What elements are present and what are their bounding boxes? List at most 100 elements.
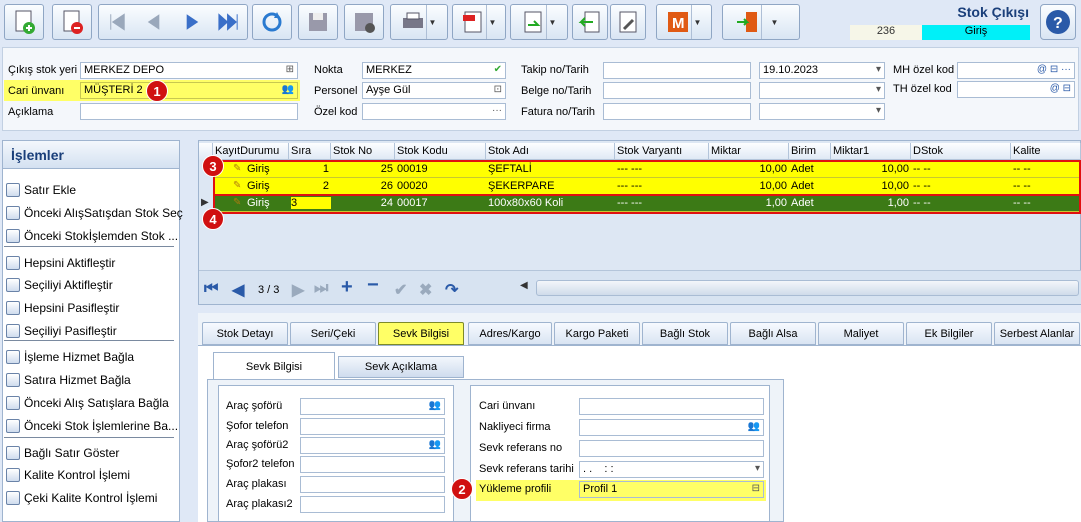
column-header[interactable]: Stok Kodu (395, 143, 486, 160)
cari-unvani-field[interactable]: MÜŞTERİ 2 👥 (80, 82, 298, 99)
takip-no-field[interactable] (603, 62, 751, 79)
tab-7[interactable]: Maliyet (818, 322, 904, 345)
tab-9[interactable]: Serbest Alanlar (994, 322, 1080, 345)
users-icon[interactable]: 👥 (429, 400, 441, 411)
tab-2[interactable]: Sevk Bilgisi (378, 322, 464, 345)
belge-tarih-field[interactable]: ▾ (759, 82, 885, 99)
sidebar-item-0[interactable]: Satır Ekle (6, 180, 76, 200)
new-button[interactable] (4, 4, 44, 40)
cancel-record-icon[interactable]: ✖ (419, 280, 432, 300)
first-icon[interactable] (105, 9, 130, 35)
save-button[interactable] (298, 4, 338, 40)
sidebar-item-5[interactable]: Hepsini Pasifleştir (6, 298, 119, 318)
tab-4[interactable]: Kargo Paketi (554, 322, 640, 345)
confirm-record-icon[interactable]: ✔ (394, 280, 407, 300)
sevk-left-input[interactable] (300, 476, 445, 493)
refresh-record-icon[interactable]: ↷ (445, 280, 458, 300)
prev-icon[interactable] (142, 9, 167, 35)
mh-ozel-kod-field[interactable]: @ ⊟ ··· (957, 62, 1075, 79)
chevron-down-icon[interactable]: ▾ (876, 84, 881, 95)
column-header[interactable]: Kalite (1011, 143, 1081, 160)
person-lookup-icon[interactable]: ⊡ (494, 84, 502, 95)
first-record-icon[interactable]: ⏮ (204, 280, 218, 298)
column-header[interactable]: Miktar1 (831, 143, 911, 160)
record-nav[interactable] (98, 4, 248, 40)
chevron-down-icon[interactable]: ▾ (755, 463, 760, 474)
ellipsis-icon[interactable]: ··· (492, 105, 502, 116)
sidebar-item-1[interactable]: Önceki AlışSatışdan Stok Seç (6, 203, 183, 223)
sidebar-item-7[interactable]: İşleme Hizmet Bağla (6, 347, 134, 367)
sidebar-item-9[interactable]: Önceki Alış Satışlara Bağla (6, 393, 169, 413)
column-header[interactable]: KayıtDurumu (213, 143, 289, 160)
sidebar-item-6[interactable]: Seçiliyi Pasifleştir (6, 321, 117, 341)
prev-record-icon[interactable]: ◀ (232, 280, 244, 300)
add-record-icon[interactable]: + (341, 276, 353, 299)
tab-8[interactable]: Ek Bilgiler (906, 322, 992, 345)
sidebar-item-10[interactable]: Önceki Stok İşlemlerine Ba... (6, 416, 178, 436)
sidebar-item-12[interactable]: Kalite Kontrol İşlemi (6, 465, 130, 485)
at-icon[interactable]: @ ⊟ ··· (1037, 64, 1071, 75)
at-icon[interactable]: @ ⊟ (1050, 83, 1071, 94)
sidebar-item-4[interactable]: Seçiliyi Aktifleştir (6, 275, 113, 295)
nokta-field[interactable]: MERKEZ ✔ (362, 62, 506, 79)
sidebar-item-8[interactable]: Satıra Hizmet Bağla (6, 370, 131, 390)
sevk-right-input[interactable] (579, 398, 764, 415)
sidebar-item-3[interactable]: Hepsini Aktifleştir (6, 253, 115, 273)
sevk-left-input[interactable]: 👥 (300, 398, 445, 415)
column-header[interactable]: Stok No (331, 143, 395, 160)
personel-field[interactable]: Ayşe Gül ⊡ (362, 82, 506, 99)
sevk-left-input[interactable] (300, 456, 445, 473)
users-icon[interactable]: 👥 (282, 84, 294, 95)
tab-6[interactable]: Bağlı Alsa (730, 322, 816, 345)
print-button[interactable]: ▼ (390, 4, 448, 40)
exit-button[interactable]: ▼ (722, 4, 800, 40)
pdf-button[interactable]: ▼ (452, 4, 506, 40)
users-icon[interactable]: 👥 (748, 421, 760, 432)
sevk-left-input[interactable] (300, 496, 445, 513)
tab-3[interactable]: Adres/Kargo (468, 322, 552, 345)
tab-5[interactable]: Bağlı Stok (642, 322, 728, 345)
list-lookup-icon[interactable]: ⊟ (752, 483, 760, 494)
takip-tarih-field[interactable]: 19.10.2023 ▾ (759, 62, 885, 79)
lookup-icon[interactable]: ⊞ (286, 64, 294, 75)
column-header[interactable]: Miktar (709, 143, 789, 160)
chevron-down-icon[interactable]: ▾ (876, 64, 881, 75)
transfer-button[interactable]: ▼ (510, 4, 568, 40)
scroll-left-icon[interactable]: ◀ (520, 280, 534, 296)
import-button[interactable] (572, 4, 608, 40)
sevk-left-input[interactable]: 👥 (300, 437, 445, 454)
aciklama-field[interactable] (80, 103, 298, 120)
tab-1[interactable]: Seri/Çeki (290, 322, 376, 345)
last-record-icon[interactable]: ⏭ (314, 280, 328, 298)
sidebar-item-2[interactable]: Önceki Stokİşlemden Stok ... (6, 226, 178, 246)
sevk-right-input[interactable] (579, 440, 764, 457)
next-record-icon[interactable]: ▶ (292, 280, 304, 300)
tab-0[interactable]: Stok Detayı (202, 322, 288, 345)
help-button[interactable]: ? (1040, 4, 1076, 40)
column-header[interactable]: Sıra (289, 143, 331, 160)
next-icon[interactable] (179, 9, 204, 35)
sidebar-item-11[interactable]: Bağlı Satır Göster (6, 443, 119, 463)
subtab-sevk-bilgisi[interactable]: Sevk Bilgisi (213, 352, 335, 380)
users-icon[interactable]: 👥 (429, 439, 441, 450)
last-icon[interactable] (216, 9, 241, 35)
cancel-save-button[interactable] (344, 4, 384, 40)
column-header[interactable]: Stok Varyantı (615, 143, 709, 160)
check-icon[interactable]: ✔ (494, 64, 502, 75)
sevk-right-input[interactable]: Profil 1 ⊟ (579, 481, 764, 498)
horizontal-scrollbar[interactable] (536, 280, 1079, 296)
fatura-tarih-field[interactable]: ▾ (759, 103, 885, 120)
subtab-sevk-aciklama[interactable]: Sevk Açıklama (338, 356, 464, 378)
chevron-down-icon[interactable]: ▾ (876, 105, 881, 116)
fatura-no-field[interactable] (603, 103, 751, 120)
m-button[interactable]: M ▼ (656, 4, 712, 40)
belge-no-field[interactable] (603, 82, 751, 99)
tools-button[interactable] (610, 4, 646, 40)
column-header[interactable]: DStok (911, 143, 1011, 160)
delete-record-icon[interactable]: − (367, 274, 379, 297)
column-header[interactable]: Stok Adı (486, 143, 615, 160)
ozel-kod-field[interactable]: ··· (362, 103, 506, 120)
sidebar-item-13[interactable]: Çeki Kalite Kontrol İşlemi (6, 488, 157, 508)
sevk-right-input[interactable]: . . : : ▾ (579, 461, 764, 478)
sevk-right-input[interactable]: 👥 (579, 419, 764, 436)
